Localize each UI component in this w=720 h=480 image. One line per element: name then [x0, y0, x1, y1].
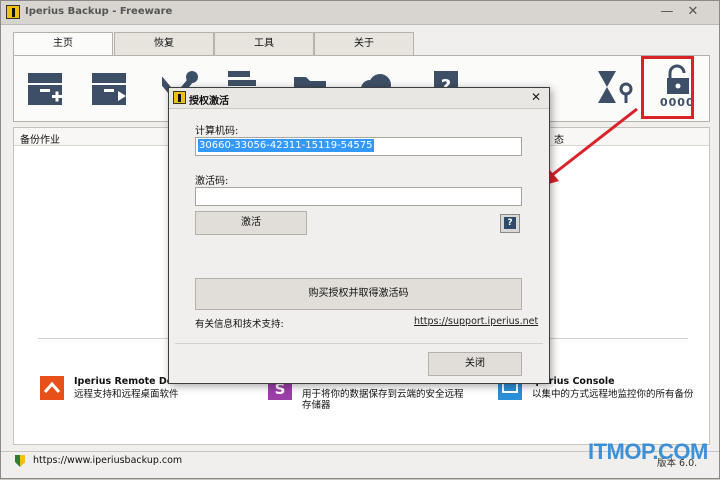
- machine-code-label: 计算机码:: [195, 126, 239, 137]
- dialog-close-icon[interactable]: ✕: [531, 90, 541, 104]
- activation-dialog: 授权激活 ✕ 计算机码: 30660-33056-42311-15119-545…: [168, 87, 550, 384]
- watermark: ITMOP.COM: [588, 439, 708, 464]
- help-button[interactable]: ?: [500, 214, 520, 233]
- machine-code-value: 30660-33056-42311-15119-54575: [198, 139, 374, 152]
- dialog-logo-icon: [173, 91, 186, 104]
- close-button[interactable]: 关闭: [428, 352, 522, 376]
- question-icon: ?: [504, 217, 516, 229]
- info-label: 有关信息和技术支持:: [195, 319, 284, 330]
- support-link[interactable]: https://support.iperius.net: [414, 316, 538, 327]
- activation-code-input[interactable]: [195, 187, 522, 206]
- machine-code-field[interactable]: 30660-33056-42311-15119-54575: [195, 137, 522, 156]
- buy-license-button[interactable]: 购买授权并取得激活码: [195, 278, 522, 310]
- activation-code-label: 激活码:: [195, 176, 229, 187]
- dialog-divider: [175, 343, 543, 344]
- dialog-title: 授权激活: [189, 96, 229, 107]
- dialog-title-bar: 授权激活 ✕: [169, 88, 549, 109]
- activate-button[interactable]: 激活: [195, 211, 307, 235]
